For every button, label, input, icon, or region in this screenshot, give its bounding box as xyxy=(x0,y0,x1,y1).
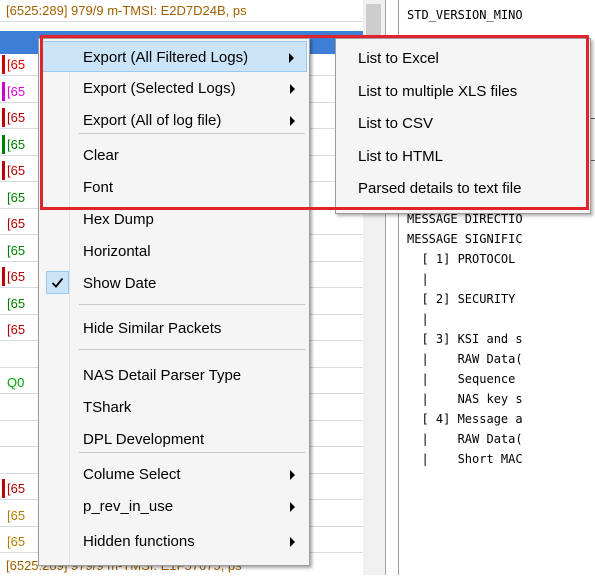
menu-item-hex-dump[interactable]: Hex Dump xyxy=(41,204,307,235)
log-row-text: Q0 xyxy=(7,375,25,390)
menu-item-dpl-development[interactable]: DPL Development xyxy=(41,424,307,455)
detail-line: STD_VERSION_MINO xyxy=(407,8,523,22)
menu-item-colume-select[interactable]: Colume Select xyxy=(41,459,307,490)
submenu-arrow-icon xyxy=(289,53,294,63)
detail-line: MESSAGE DIRECTIO xyxy=(407,212,523,226)
detail-line: [ 2] SECURITY xyxy=(407,292,523,306)
menu-item-label: TShark xyxy=(83,399,132,416)
menu-item-clear[interactable]: Clear xyxy=(41,140,307,171)
detail-line: | Short MAC xyxy=(407,452,523,466)
menu-item-label: Horizontal xyxy=(83,243,151,260)
detail-line: | RAW Data( xyxy=(407,352,523,366)
log-row-text: [65 xyxy=(7,481,26,496)
log-row-text: [65 xyxy=(7,322,26,337)
menu-item-horizontal[interactable]: Horizontal xyxy=(41,236,307,267)
log-row-text: [65 xyxy=(7,534,26,549)
menu-item-export-all-filtered-logs[interactable]: Export (All Filtered Logs) xyxy=(41,41,307,72)
submenu-item-parsed-details-to-text-file[interactable]: Parsed details to text file xyxy=(358,173,521,205)
menu-item-label: Clear xyxy=(83,147,119,164)
menu-item-label: Export (Selected Logs) xyxy=(83,80,236,97)
log-row-marker xyxy=(2,81,5,101)
log-row-text: [6525:289] 979/9 m-TMSI: E2D7D24B, ps xyxy=(6,3,247,18)
detail-line: | RAW Data( xyxy=(407,432,523,446)
log-row-marker xyxy=(2,532,5,551)
log-row-marker xyxy=(2,399,5,419)
log-row-marker xyxy=(2,267,5,286)
log-row-text: [65 xyxy=(7,242,26,258)
menu-item-label: Show Date xyxy=(83,275,157,292)
submenu-item-list-to-multiple-xls-files[interactable]: List to multiple XLS files xyxy=(358,76,517,108)
log-row-text: [65 xyxy=(7,163,26,178)
menu-item-hide-similar-packets[interactable]: Hide Similar Packets xyxy=(41,313,307,344)
log-row-text: [65 xyxy=(7,295,26,311)
log-row-text: [65 xyxy=(7,216,26,231)
submenu-arrow-icon xyxy=(290,470,295,480)
menu-separator xyxy=(79,452,305,453)
log-row-marker xyxy=(2,240,5,260)
log-row-marker xyxy=(2,187,5,207)
log-row-text: [65 xyxy=(7,189,26,205)
log-row-text: [65 xyxy=(7,136,26,152)
submenu-item-list-to-excel[interactable]: List to Excel xyxy=(358,43,439,75)
context-menu: Export (All Filtered Logs) Export (Select… xyxy=(38,38,310,566)
log-row-marker xyxy=(2,426,5,445)
menu-item-show-date[interactable]: Show Date xyxy=(41,268,307,299)
detail-line: MESSAGE SIGNIFIC xyxy=(407,232,523,246)
menu-item-export-selected-logs[interactable]: Export (Selected Logs) xyxy=(41,73,307,104)
log-row-marker xyxy=(2,214,5,233)
log-row-marker xyxy=(2,479,5,498)
log-row-text: [65 xyxy=(7,507,26,523)
detail-line: [ 4] Message a xyxy=(407,412,523,426)
menu-separator xyxy=(79,133,305,134)
log-row-header[interactable]: [6525:289] 979/9 m-TMSI: E2D7D24B, ps xyxy=(0,0,363,22)
detail-line: | Sequence xyxy=(407,372,523,386)
log-row-marker xyxy=(2,505,5,525)
submenu-item-list-to-csv[interactable]: List to CSV xyxy=(358,108,433,140)
menu-item-tshark[interactable]: TShark xyxy=(41,392,307,423)
menu-item-hidden-functions[interactable]: Hidden functions xyxy=(41,526,307,557)
submenu-arrow-icon xyxy=(290,116,295,126)
menu-item-label: Hex Dump xyxy=(83,211,154,228)
menu-item-label: Hidden functions xyxy=(83,533,195,550)
log-row-marker xyxy=(2,134,5,154)
log-row-marker xyxy=(2,320,5,339)
menu-item-label: Export (All Filtered Logs) xyxy=(83,49,249,66)
log-row-marker xyxy=(2,373,5,392)
detail-line: [ 3] KSI and s xyxy=(407,332,523,346)
log-row-marker xyxy=(2,346,5,366)
menu-item-label: NAS Detail Parser Type xyxy=(83,367,242,384)
menu-item-export-all-of-log-file[interactable]: Export (All of log file) xyxy=(41,105,307,136)
detail-line: | NAS key s xyxy=(407,392,523,406)
log-row-text: [65 xyxy=(7,269,26,284)
menu-item-label: p_rev_in_use xyxy=(83,498,174,515)
submenu-arrow-icon xyxy=(290,84,295,94)
submenu-item-list-to-html[interactable]: List to HTML xyxy=(358,141,443,173)
menu-item-label: Font xyxy=(83,179,114,196)
menu-item-font[interactable]: Font xyxy=(41,172,307,203)
menu-item-label: Colume Select xyxy=(83,466,181,483)
checkmark-icon xyxy=(46,271,69,294)
detail-line: | xyxy=(407,272,429,286)
log-row-text: [65 xyxy=(7,110,26,125)
menu-item-p-rev-in-use[interactable]: p_rev_in_use xyxy=(41,491,307,522)
log-row-marker xyxy=(2,293,5,313)
log-row-marker xyxy=(2,55,5,74)
log-row-marker xyxy=(2,108,5,127)
detail-line: [ 1] PROTOCOL xyxy=(407,252,523,266)
log-row-marker xyxy=(2,452,5,472)
log-row-marker xyxy=(2,161,5,180)
submenu-arrow-icon xyxy=(290,537,295,547)
log-row-text: [65 xyxy=(7,57,26,72)
menu-item-nas-detail-parser-type[interactable]: NAS Detail Parser Type xyxy=(41,360,307,391)
menu-item-label: DPL Development xyxy=(83,431,205,448)
menu-item-label: Export (All of log file) xyxy=(83,112,222,129)
export-submenu: List to Excel List to multiple XLS files L… xyxy=(335,38,591,214)
detail-line: | xyxy=(407,312,429,326)
log-row-text: [65 xyxy=(7,83,26,99)
menu-item-label: Hide Similar Packets xyxy=(83,320,222,337)
menu-separator xyxy=(79,349,305,350)
menu-separator xyxy=(79,304,305,305)
submenu-arrow-icon xyxy=(290,502,295,512)
